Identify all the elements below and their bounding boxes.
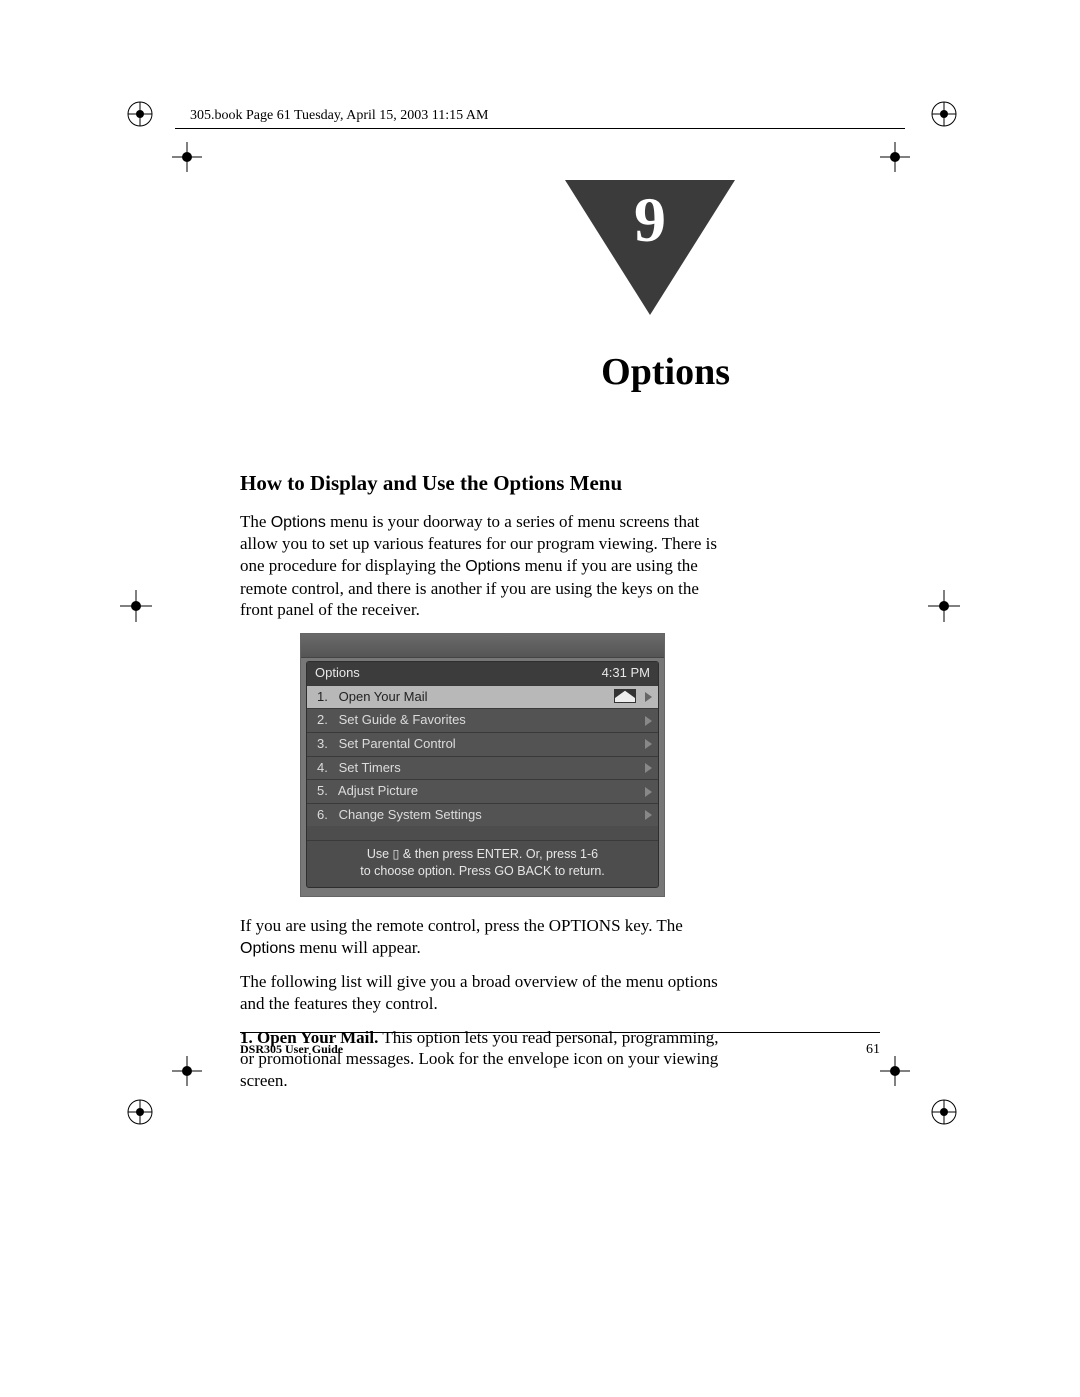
crop-mark-bottom-right-circle <box>930 1098 958 1126</box>
after-shot-paragraph: If you are using the remote control, pre… <box>240 915 735 959</box>
item-label: Set Parental Control <box>339 736 456 751</box>
crop-mark-top-right-circle <box>930 100 958 128</box>
crop-mark-top-right <box>880 142 910 172</box>
chevron-right-icon <box>645 763 652 773</box>
item-number: 1. <box>317 689 335 706</box>
crop-mark-mid-right <box>928 590 960 622</box>
chevron-right-icon <box>645 716 652 726</box>
text: The <box>240 512 271 531</box>
options-menu-screenshot: Options 4:31 PM 1. Open Your Mail 2. Set… <box>300 633 665 897</box>
chevron-right-icon <box>645 739 652 749</box>
list-item-1: 1. Open Your Mail. This option lets you … <box>240 1027 735 1092</box>
item-number: 6. <box>317 807 335 824</box>
crop-mark-bottom-left-circle <box>126 1098 154 1126</box>
item-label: Adjust Picture <box>338 783 418 798</box>
header-crop-text: 305.book Page 61 Tuesday, April 15, 2003… <box>190 108 488 124</box>
hint-line: Use ▯ & then press ENTER. Or, press 1-6 <box>315 846 650 862</box>
item-number: 4. <box>317 760 335 777</box>
envelope-icon <box>614 689 636 703</box>
panel-title: Options <box>315 665 360 682</box>
chevron-right-icon <box>645 810 652 820</box>
item-label: Set Timers <box>339 760 401 775</box>
header-rule <box>175 128 905 129</box>
chapter-title: Options <box>240 350 730 394</box>
chevron-right-icon <box>645 692 652 702</box>
section-title: How to Display and Use the Options Menu <box>240 470 735 497</box>
options-hint: Use ▯ & then press ENTER. Or, press 1-6 … <box>307 840 658 887</box>
options-item-open-mail[interactable]: 1. Open Your Mail <box>307 685 658 709</box>
options-panel: Options 4:31 PM 1. Open Your Mail 2. Set… <box>306 661 659 888</box>
text: If you are using the remote control, pre… <box>240 916 683 935</box>
options-item-system-settings[interactable]: 6. Change System Settings <box>307 803 658 827</box>
item-label: Set Guide & Favorites <box>339 712 466 727</box>
content-column: How to Display and Use the Options Menu … <box>240 470 735 1104</box>
crop-mark-top-left <box>172 142 202 172</box>
intro-paragraph: The Options menu is your doorway to a se… <box>240 511 735 621</box>
overview-paragraph: The following list will give you a broad… <box>240 971 735 1015</box>
options-panel-titlebar: Options 4:31 PM <box>307 662 658 685</box>
footer-rule <box>240 1032 880 1033</box>
panel-time: 4:31 PM <box>602 665 650 682</box>
item-number: 5. <box>317 783 335 800</box>
hint-line: to choose option. Press GO BACK to retur… <box>315 863 650 879</box>
text: menu will appear. <box>295 938 421 957</box>
crop-mark-mid-left <box>120 590 152 622</box>
crop-mark-bottom-left <box>172 1056 202 1086</box>
item-number: 3. <box>317 736 335 753</box>
chevron-right-icon <box>645 787 652 797</box>
options-item-guide-favorites[interactable]: 2. Set Guide & Favorites <box>307 708 658 732</box>
footer-guide-name: DSR305 User Guide <box>240 1042 343 1057</box>
options-word: Options <box>240 940 295 957</box>
options-item-set-timers[interactable]: 4. Set Timers <box>307 756 658 780</box>
item-label: Open Your Mail <box>339 689 428 704</box>
crop-mark-bottom-right <box>880 1056 910 1086</box>
crop-mark-top-left-circle <box>126 100 154 128</box>
item-label: Change System Settings <box>339 807 482 822</box>
options-item-adjust-picture[interactable]: 5. Adjust Picture <box>307 779 658 803</box>
options-item-parental-control[interactable]: 3. Set Parental Control <box>307 732 658 756</box>
options-word: Options <box>271 514 326 531</box>
screenshot-background <box>301 634 664 658</box>
options-word: Options <box>465 558 520 575</box>
item-number: 2. <box>317 712 335 729</box>
footer-page-number: 61 <box>866 1042 880 1058</box>
chapter-number: 9 <box>565 188 735 252</box>
